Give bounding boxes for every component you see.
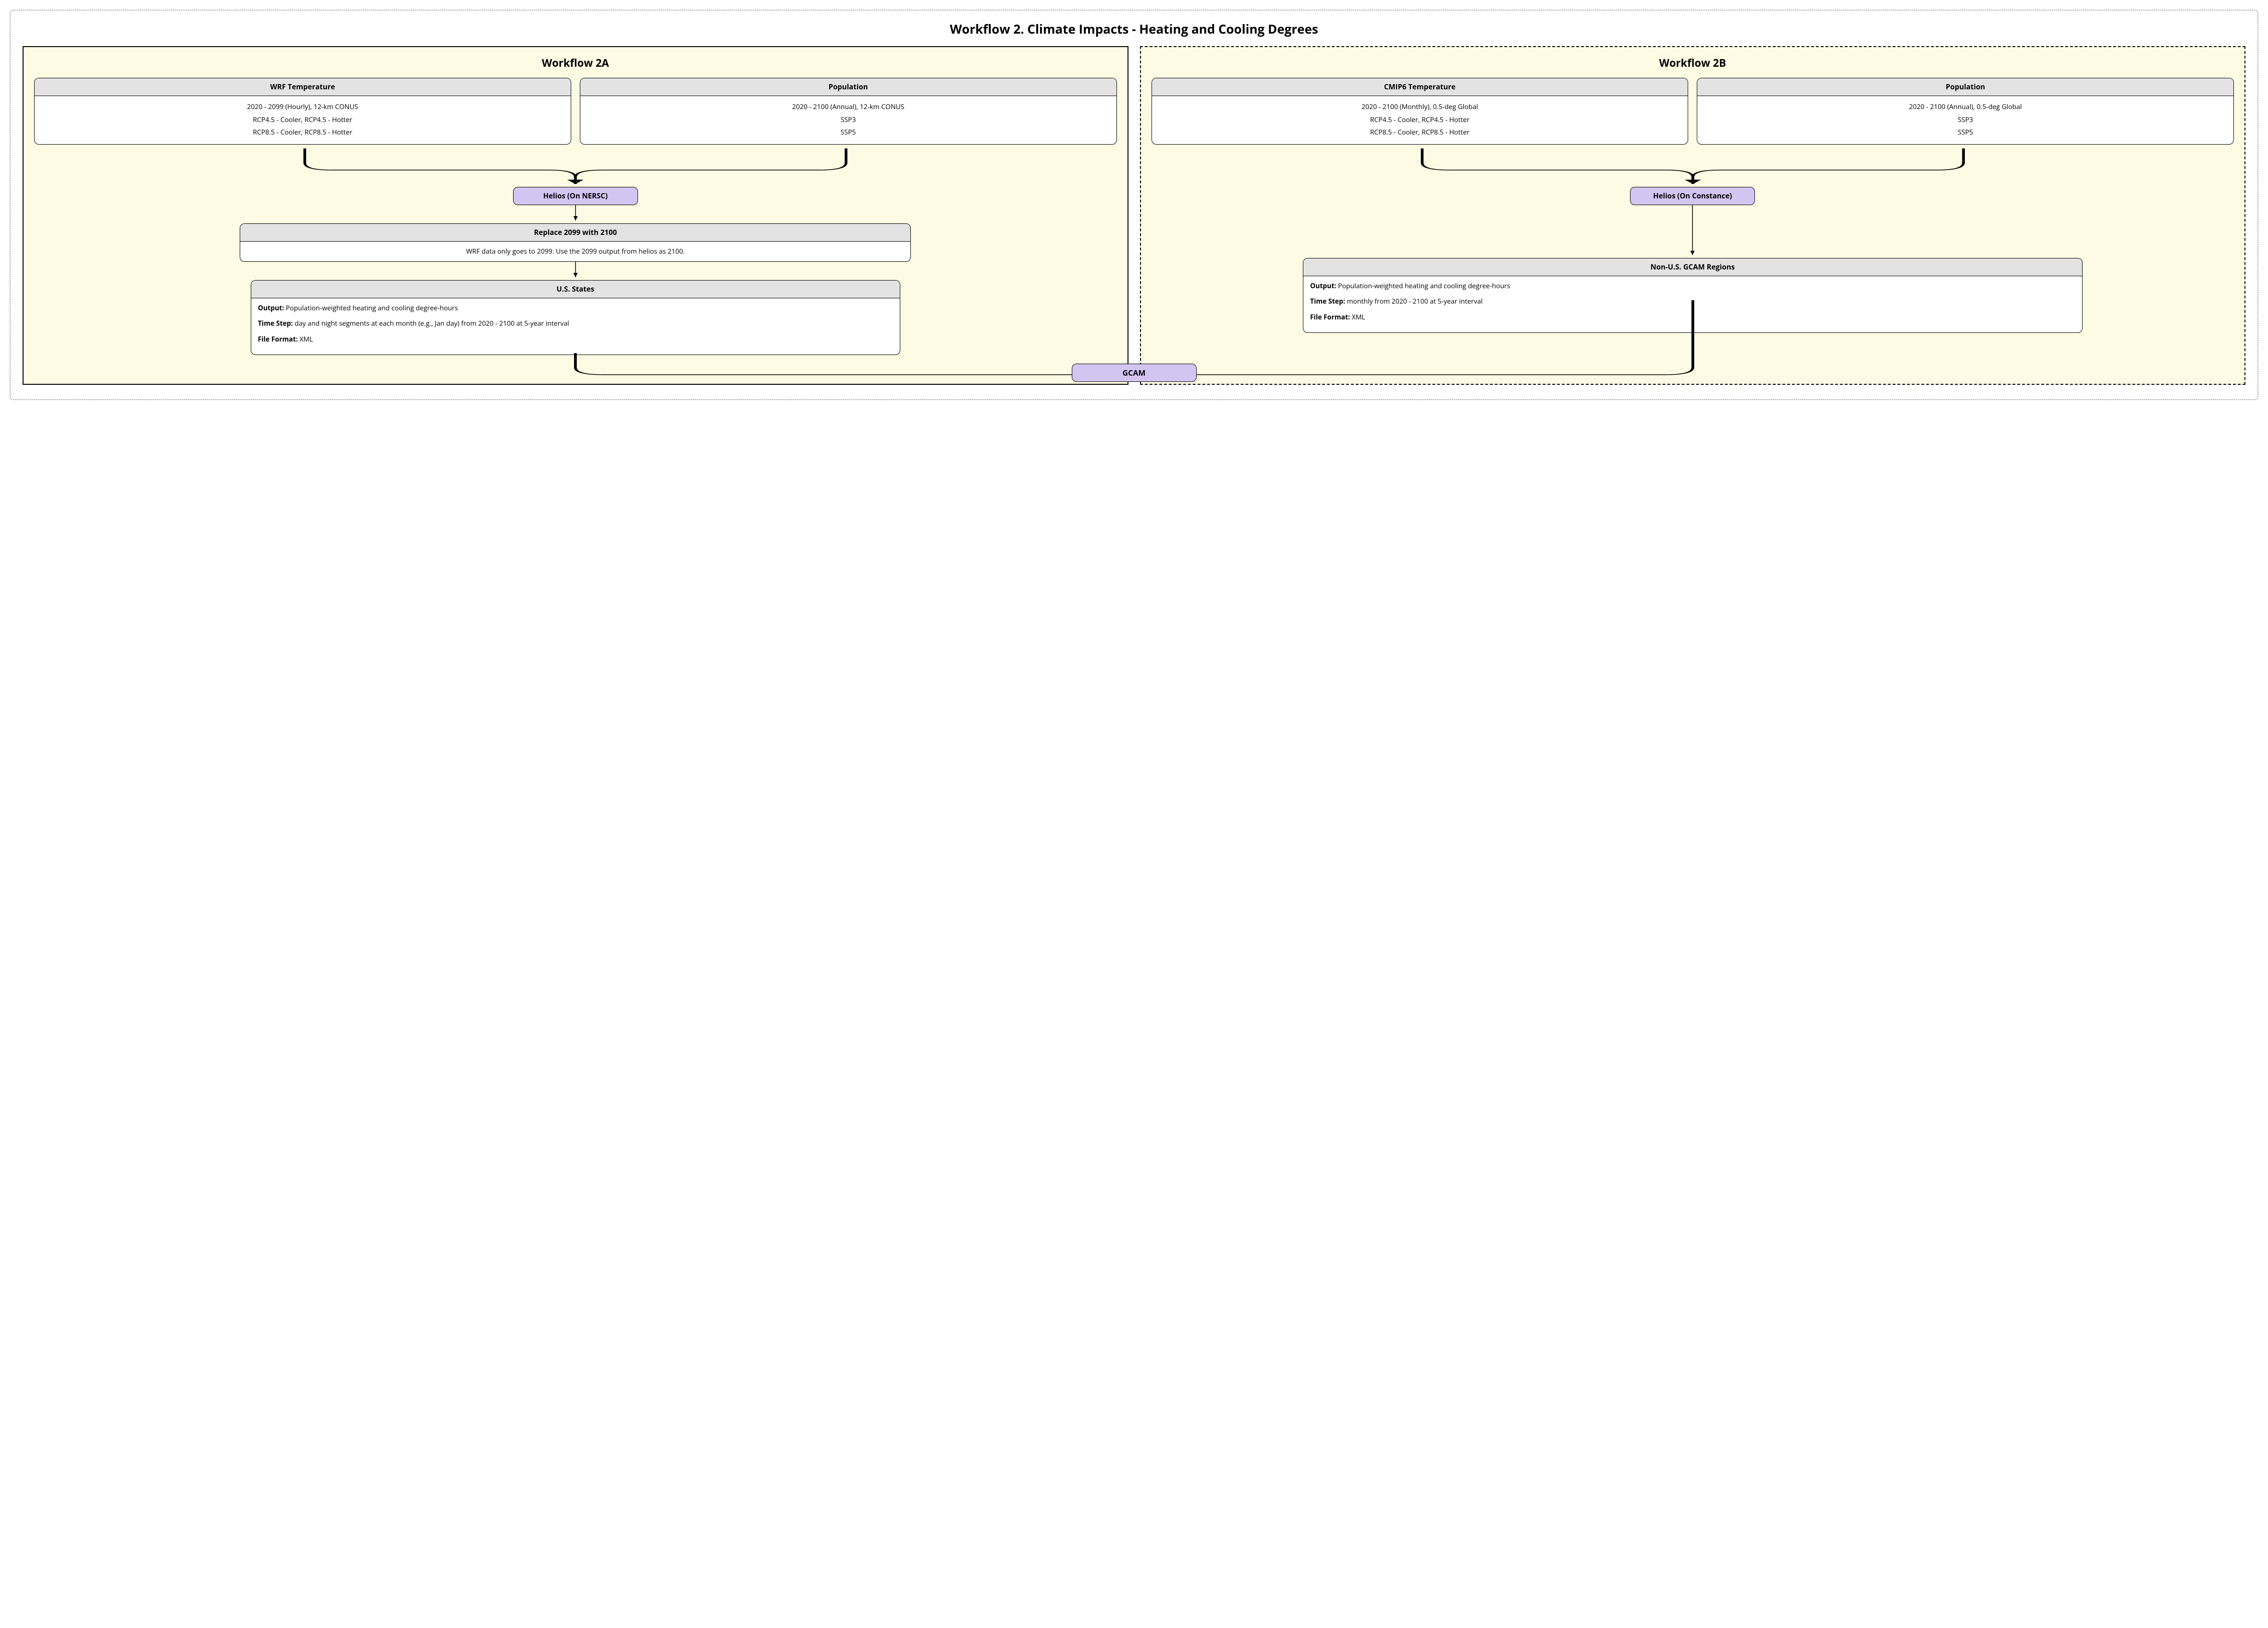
us-states-card: U.S. States Output: Population-weighted … bbox=[251, 280, 900, 355]
helios-nersc-node: Helios (On NERSC) bbox=[513, 187, 638, 205]
replace-body: WRF data only goes to 2099. Use the 2099… bbox=[240, 242, 910, 261]
population-a-card: Population 2020 - 2100 (Annual), 12-km C… bbox=[580, 78, 1117, 145]
pop-b-line3: SSP5 bbox=[1704, 126, 2227, 139]
wrf-line2: RCP4.5 - Cooler, RCP4.5 - Hotter bbox=[41, 114, 564, 127]
out-b-label: Output: bbox=[1310, 282, 1336, 291]
pop-b-line2: SSP3 bbox=[1704, 114, 2227, 127]
pop-a-line3: SSP5 bbox=[587, 126, 1110, 139]
cmip6-header: CMIP6 Temperature bbox=[1152, 78, 1688, 96]
connector-helios-to-replace bbox=[566, 205, 585, 223]
main-title: Workflow 2. Climate Impacts - Heating an… bbox=[23, 20, 2245, 37]
workflow-2b-title: Workflow 2B bbox=[1152, 56, 2234, 70]
wrf-line1: 2020 - 2099 (Hourly), 12-km CONUS bbox=[41, 101, 564, 114]
population-b-card: Population 2020 - 2100 (Annual), 0.5-deg… bbox=[1697, 78, 2234, 145]
wrf-body: 2020 - 2099 (Hourly), 12-km CONUS RCP4.5… bbox=[35, 96, 571, 144]
connector-b-to-gcam bbox=[1141, 300, 2245, 387]
population-b-body: 2020 - 2100 (Annual), 0.5-deg Global SSP… bbox=[1697, 96, 2233, 144]
cmip6-line2: RCP4.5 - Cooler, RCP4.5 - Hotter bbox=[1159, 114, 1681, 127]
connector-a-to-gcam bbox=[24, 353, 1128, 387]
pop-a-line2: SSP3 bbox=[587, 114, 1110, 127]
population-a-body: 2020 - 2100 (Annual), 12-km CONUS SSP3 S… bbox=[580, 96, 1116, 144]
connector-inputs-to-helios-a bbox=[34, 148, 1117, 187]
pop-a-line1: 2020 - 2100 (Annual), 12-km CONUS bbox=[587, 101, 1110, 114]
ts-a-val: day and night segments at each month (e.… bbox=[293, 319, 569, 328]
cmip6-temperature-card: CMIP6 Temperature 2020 - 2100 (Monthly),… bbox=[1152, 78, 1689, 145]
connector-replace-to-output-a bbox=[566, 262, 585, 280]
cmip6-line3: RCP8.5 - Cooler, RCP8.5 - Hotter bbox=[1159, 126, 1681, 139]
us-states-header: U.S. States bbox=[251, 281, 900, 298]
out-a-label: Output: bbox=[258, 304, 284, 313]
connector-helios-to-output-b bbox=[1683, 205, 1702, 258]
workflows-container: Workflow 2A WRF Temperature 2020 - 2099 … bbox=[23, 46, 2245, 385]
gcam-wrap: GCAM bbox=[1072, 364, 1197, 382]
outer-frame: Workflow 2. Climate Impacts - Heating an… bbox=[10, 10, 2258, 400]
cmip6-line1: 2020 - 2100 (Monthly), 0.5-deg Global bbox=[1159, 101, 1681, 114]
wrf-temperature-card: WRF Temperature 2020 - 2099 (Hourly), 12… bbox=[34, 78, 571, 145]
out-b-val: Population-weighted heating and cooling … bbox=[1336, 282, 1510, 291]
population-a-header: Population bbox=[580, 78, 1116, 96]
connector-inputs-to-helios-b bbox=[1152, 148, 2234, 187]
wrf-header: WRF Temperature bbox=[35, 78, 571, 96]
replace-header: Replace 2099 with 2100 bbox=[240, 224, 910, 242]
wrf-line3: RCP8.5 - Cooler, RCP8.5 - Hotter bbox=[41, 126, 564, 139]
ff-a-label: File Format: bbox=[258, 335, 298, 344]
pop-b-line1: 2020 - 2100 (Annual), 0.5-deg Global bbox=[1704, 101, 2227, 114]
out-a-val: Population-weighted heating and cooling … bbox=[284, 304, 458, 313]
non-us-header: Non-U.S. GCAM Regions bbox=[1303, 258, 2082, 276]
workflow-2a-panel: Workflow 2A WRF Temperature 2020 - 2099 … bbox=[23, 46, 1128, 385]
gcam-node: GCAM bbox=[1072, 364, 1197, 382]
ts-a-label: Time Step: bbox=[258, 319, 293, 328]
cmip6-body: 2020 - 2100 (Monthly), 0.5-deg Global RC… bbox=[1152, 96, 1688, 144]
workflow-2b-panel: Workflow 2B CMIP6 Temperature 2020 - 210… bbox=[1140, 46, 2246, 385]
us-states-body: Output: Population-weighted heating and … bbox=[251, 298, 900, 355]
workflow-2b-inputs: CMIP6 Temperature 2020 - 2100 (Monthly),… bbox=[1152, 78, 2234, 145]
workflow-2a-inputs: WRF Temperature 2020 - 2099 (Hourly), 12… bbox=[34, 78, 1117, 145]
population-b-header: Population bbox=[1697, 78, 2233, 96]
helios-constance-node: Helios (On Constance) bbox=[1630, 187, 1755, 205]
replace-card: Replace 2099 with 2100 WRF data only goe… bbox=[240, 223, 911, 262]
workflow-2a-title: Workflow 2A bbox=[34, 56, 1117, 70]
ff-a-val: XML bbox=[298, 335, 313, 344]
